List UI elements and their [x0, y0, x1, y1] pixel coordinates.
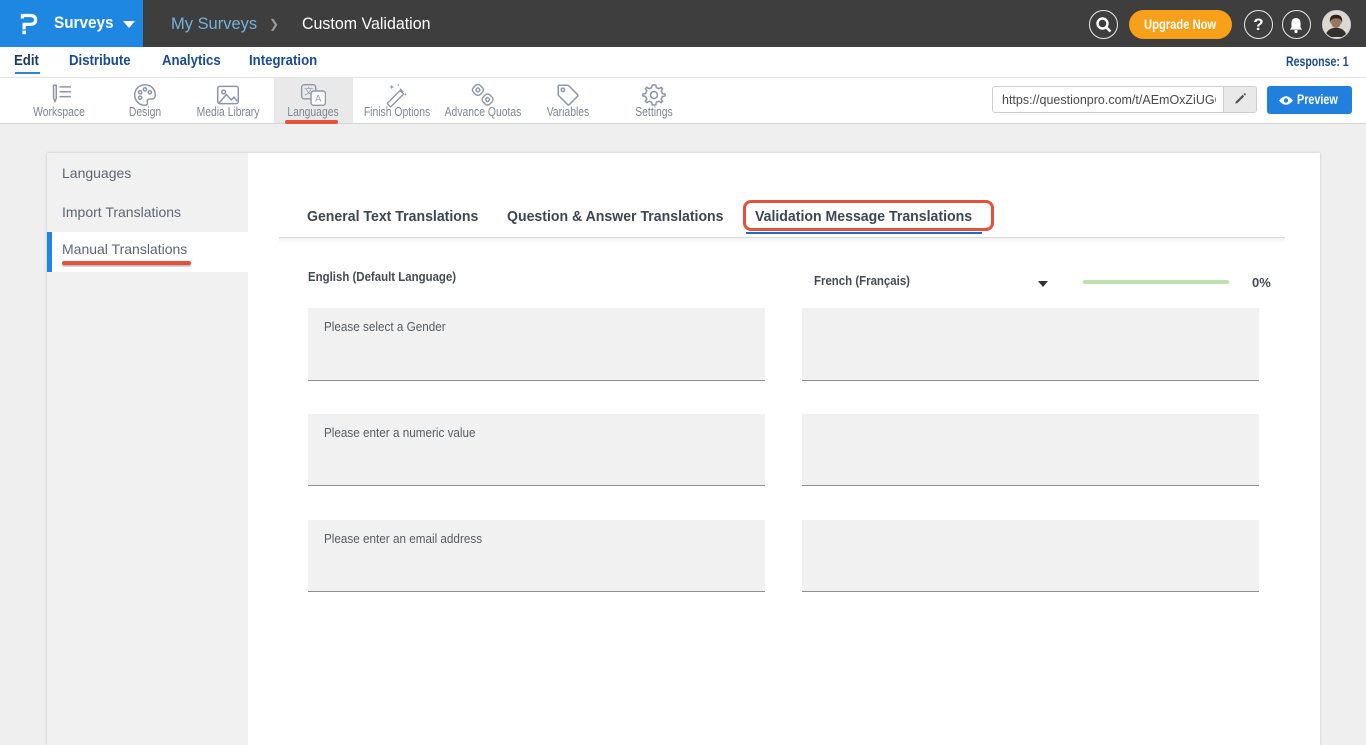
svg-text:A: A — [315, 94, 322, 104]
